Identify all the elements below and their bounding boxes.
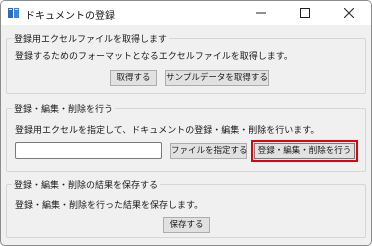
minimize-icon: [256, 12, 266, 14]
get-excel-description: 登録するためのフォーマットとなるエクセルファイルを取得します。: [15, 52, 293, 62]
register-description: 登録用エクセルを指定して、ドキュメントの登録・編集・削除を行います。: [15, 126, 320, 136]
window-title: ドキュメントの登録: [25, 11, 115, 22]
save-button[interactable]: 保存する: [163, 217, 210, 233]
title-bar[interactable]: ドキュメントの登録: [1, 1, 371, 25]
book-icon: [8, 8, 19, 18]
file-path-input[interactable]: [15, 142, 162, 159]
save-results-description: 登録・編集・削除を行った結果を保存します。: [15, 201, 204, 211]
close-icon: [344, 8, 354, 18]
dialog-window: ドキュメントの登録 登録用エクセルファイルを取得します 登録するためのフォーマッ…: [0, 0, 372, 246]
maximize-button[interactable]: [283, 1, 327, 25]
get-button[interactable]: 取得する: [110, 70, 157, 86]
register-edit-delete-button[interactable]: 登録・編集・削除を行う: [251, 140, 358, 162]
save-results-legend: 登録・編集・削除の結果を保存する: [12, 178, 161, 191]
get-excel-group: 登録用エクセルファイルを取得します 登録するためのフォーマットとなるエクセルファ…: [6, 32, 366, 94]
get-sample-data-button[interactable]: サンプルデータを取得する: [165, 70, 269, 86]
register-group: 登録・編集・削除を行う 登録用エクセルを指定して、ドキュメントの登録・編集・削除…: [6, 102, 366, 172]
close-button[interactable]: [327, 1, 371, 25]
maximize-icon: [300, 8, 310, 18]
minimize-button[interactable]: [239, 1, 283, 25]
get-excel-legend: 登録用エクセルファイルを取得します: [12, 32, 170, 45]
select-file-button[interactable]: ファイルを指定する: [170, 143, 248, 159]
register-legend: 登録・編集・削除を行う: [12, 102, 116, 115]
save-results-group: 登録・編集・削除の結果を保存する 登録・編集・削除を行った結果を保存します。 保…: [6, 178, 366, 238]
